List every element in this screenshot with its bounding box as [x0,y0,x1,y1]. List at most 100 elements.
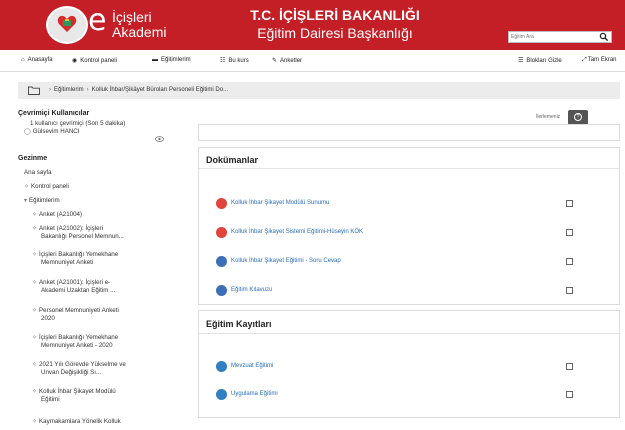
course-summary-box [198,124,620,141]
section-title: Dokümanlar [206,155,259,165]
user-avatar-icon: ◯ [24,129,31,135]
site-header: e İçişleri Akademi T.C. İÇİŞLERİ BAKANLI… [0,0,625,50]
eye-icon[interactable] [155,136,164,142]
nav-tree-course-item[interactable]: ✧ 2021 Yılı Görevde Yükselme ve Unvan Deği… [32,361,126,378]
nav-tree-dashboard[interactable]: ✧ Kontrol paneli [24,183,69,191]
nav-tree-course-item[interactable]: ✧ Anket (A21004) [32,211,82,219]
section-egitim-kayitlari: Eğitim Kayıtları Mevzuat Eğitimi Uygulam… [198,310,620,418]
breadcrumb: › Eğitimlerim › Kolluk İhbar/Şikâyet Bürola… [18,82,620,99]
nav-anketler[interactable]: ✎ Anketler [272,57,302,64]
search-input[interactable] [511,32,597,42]
nav-label: Kontrol paneli [80,58,117,64]
nav-tree-course-item[interactable]: ✧ Kaymakamlara Yönelik Kolluk [32,418,121,426]
nav-tree-label: Anket (A21004) [39,211,83,218]
chevron-right-icon: › [86,87,89,93]
nav-tree-label: Memnuniyet Anketi - 2020 [41,342,113,350]
activity-link[interactable]: Kolluk İhbar Şikayet Eğitimi - Soru Ceva… [231,258,341,264]
bullet-icon: ✧ [32,280,38,286]
nav-tree-label: Akademi Uzaktan Eğitim ... [41,287,116,295]
breadcrumb-trail: › Eğitimlerim › Kolluk İhbar/Şikâyet Bürola… [46,87,228,93]
bullet-icon: ✧ [32,419,38,425]
nav-tree-label: Kaymakamlara Yönelik Kolluk [39,418,121,425]
search-box [508,31,612,43]
courses-icon: ▬ [152,57,158,63]
dashboard-icon: ◉ [72,58,78,64]
bullet-icon: ✧ [32,308,38,314]
nav-anasayfa[interactable]: ⌂ Anasayfa [21,57,53,63]
nav-tree-course-item[interactable]: ✧ Personel Memnuniyeti Anketi 2020 [32,307,119,324]
hide-blocks-label: Blokları Gizle [526,58,562,64]
nav-label: Bu kurs [228,58,249,64]
nav-kontrol-paneli[interactable]: ◉ Kontrol paneli [72,57,117,64]
completion-checkbox[interactable] [566,200,573,207]
bullet-icon: ✧ [24,184,30,190]
nav-tree-label: Memnuniyet Anketi [41,259,94,267]
bullet-icon: ✧ [32,252,38,258]
nav-tree-course-item[interactable]: ✧ Anket (A21001): İçişleri e- Akademi Uzak… [32,279,115,296]
nav-tree-label: Kolluk İhbar Şikayet Modülü [39,388,116,395]
document-icon[interactable] [216,285,227,296]
completion-checkbox[interactable] [566,258,573,265]
bullet-icon: ✧ [32,362,38,368]
chevron-right-icon: › [49,87,51,93]
breadcrumb-item-egitimlerim[interactable]: Eğitimlerim [54,87,84,93]
navigation-title: Gezinme [18,155,48,162]
nav-tree-label: Personel Memnuniyeti Anketi [39,307,119,314]
bullet-icon: ✧ [32,389,38,395]
activity-link[interactable]: Mevzuat Eğitimi [231,363,273,369]
section-dokumanlar: Dokümanlar Kolluk İhbar Şikayet Modülü S… [198,147,620,305]
pdf-icon[interactable] [216,227,227,238]
nav-tree-label: Unvan Değişikliği Sı... [41,369,102,377]
completion-checkbox[interactable] [566,229,573,236]
nav-egitimlerim[interactable]: ▬ Eğitimlerim [152,57,191,63]
nav-tree-label: Bakanlığı Personel Memnun... [41,233,124,241]
nav-tree-label: Kontrol paneli [31,183,69,190]
pdf-icon[interactable] [216,198,227,209]
activity-link[interactable]: Kolluk İhbar Şikayet Sistemi Eğitimi-Hüs… [231,229,363,235]
bullet-icon: ✧ [32,212,38,218]
nav-tree-home[interactable]: Ana sayfa [24,169,52,177]
logo-text-icisleri: İçişleri [112,9,152,25]
nav-label: Anasayfa [27,57,53,63]
nav-tree-label: İçişleri Bakanlığı Yemekhane [39,251,119,258]
online-user-name: Gülsevim HANCI [32,128,80,135]
nav-label: Anketler [280,58,303,64]
online-user-item[interactable]: ◯ Gülsevim HANCI [24,128,79,136]
section-divider [199,333,619,334]
nav-bu-kurs[interactable]: ☷ Bu kurs [220,57,249,64]
nav-tree-course-item[interactable]: ✧ İçişleri Bakanlığı Yemekhane Memnuniyet … [32,334,118,351]
nav-tree-course-item[interactable]: ✧ Kolluk İhbar Şikayet Modülü Eğitimi [32,388,116,405]
nav-tree-label: Eğitimi [41,396,60,404]
online-users-title: Çevrimiçi Kullanıcılar [18,110,90,117]
department-title: Eğitim Dairesi Başkanlığı [257,25,413,41]
activity-link[interactable]: Kolluk İhbar Şikayet Modülü Sunumu [231,200,329,206]
nav-tree-label: Anket (A21001): İçişleri e- [39,279,111,286]
nav-tree-course-item[interactable]: ✧ Anket (A21002): İçişleri Bakanlığı Perso… [32,225,124,242]
activity-link[interactable]: Eğitim Kılavuzu [231,287,272,293]
completion-checkbox[interactable] [566,391,573,398]
breadcrumb-item-course[interactable]: Kolluk İhbar/Şikâyet Büroları Personeli … [92,87,228,93]
bullet-icon: ✧ [32,335,38,341]
logo-text-akademi: Akademi [112,24,167,40]
completion-checkbox[interactable] [566,287,573,294]
ministry-title: T.C. İÇİŞLERİ BAKANLIĞI [250,7,420,23]
progress-help-button[interactable]: ? [568,110,588,125]
edit-icon: ✎ [272,58,278,64]
progress-label: İlerlemeniz [536,114,561,120]
nav-tree-courses[interactable]: ▾ Eğitimlerim [24,197,60,205]
nav-tree-course-item[interactable]: ✧ İçişleri Bakanlığı Yemekhane Memnuniyet … [32,251,118,268]
document-icon[interactable] [216,256,227,267]
expand-icon: ⤢ [582,57,587,63]
main-navbar: ⌂ Anasayfa ◉ Kontrol paneli ▬ Eğitimlerim ☷… [0,50,625,72]
video-icon[interactable] [216,361,227,372]
folder-icon[interactable] [28,86,40,95]
nav-tree-label: İçişleri Bakanlığı Yemekhane [39,334,119,341]
question-icon: ? [574,113,582,121]
hide-blocks-button[interactable]: ☰ Blokları Gizle [518,57,562,64]
fullscreen-button[interactable]: ⤢Tam Ekran [582,57,617,64]
activity-link[interactable]: Uygulama Eğitimi [231,391,278,397]
video-icon[interactable] [216,389,227,400]
search-icon[interactable] [599,32,609,42]
completion-checkbox[interactable] [566,363,573,370]
heart-logo-icon [57,15,77,32]
